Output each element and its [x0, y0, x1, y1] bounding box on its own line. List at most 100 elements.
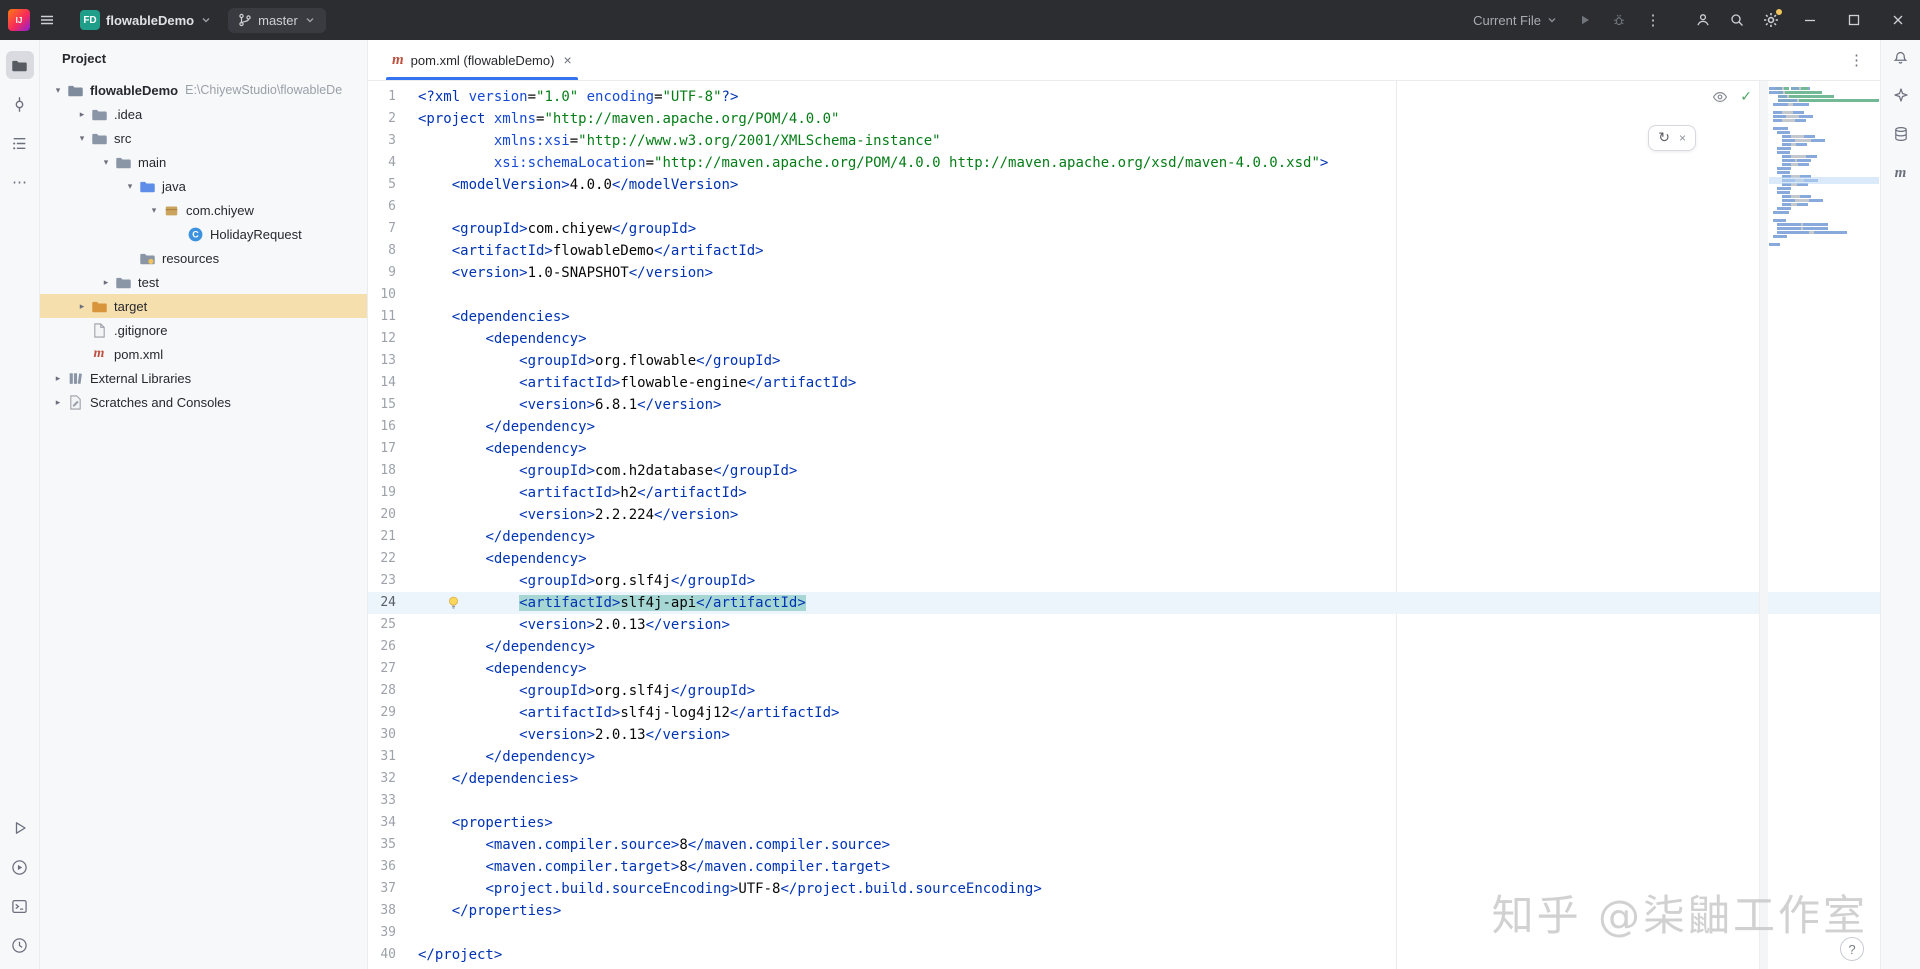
editor-body[interactable]: 1 <?xml version="1.0" encoding="UTF-8"?> 2…: [368, 81, 1880, 969]
line-number[interactable]: 26: [368, 636, 418, 658]
code-line-5[interactable]: 5 <modelVersion>4.0.0</modelVersion>: [368, 174, 1880, 196]
code-line-39[interactable]: 39: [368, 922, 1880, 944]
terminal-tool-button[interactable]: [6, 892, 34, 920]
code-line-9[interactable]: 9 <version>1.0-SNAPSHOT</version>: [368, 262, 1880, 284]
tree-item-scratches-and-consoles[interactable]: ▸ Scratches and Consoles: [40, 390, 367, 414]
tab-options-icon[interactable]: ⋮: [1849, 51, 1864, 69]
maximize-button[interactable]: [1832, 0, 1876, 40]
services-tool-button[interactable]: [6, 853, 34, 881]
database-tool-button[interactable]: [1887, 120, 1915, 148]
line-number[interactable]: 34: [368, 812, 418, 834]
line-number[interactable]: 32: [368, 768, 418, 790]
chevron-down-icon[interactable]: ▾: [146, 205, 162, 216]
branch-widget[interactable]: master: [228, 7, 326, 33]
tree-item-target[interactable]: ▸ target: [40, 294, 367, 318]
code-line-19[interactable]: 19 <artifactId>h2</artifactId>: [368, 482, 1880, 504]
help-button[interactable]: ?: [1840, 937, 1864, 961]
code-line-11[interactable]: 11 <dependencies>: [368, 306, 1880, 328]
line-number[interactable]: 35: [368, 834, 418, 856]
main-menu-button[interactable]: [30, 0, 64, 40]
line-number[interactable]: 23: [368, 570, 418, 592]
inspections-widget[interactable]: ✓: [1712, 89, 1752, 105]
line-number[interactable]: 19: [368, 482, 418, 504]
chevron-down-icon[interactable]: ▾: [74, 133, 90, 144]
code-line-28[interactable]: 28 <groupId>org.slf4j</groupId>: [368, 680, 1880, 702]
code-line-18[interactable]: 18 <groupId>com.h2database</groupId>: [368, 460, 1880, 482]
chevron-down-icon[interactable]: ▾: [122, 181, 138, 192]
chevron-right-icon[interactable]: ▸: [74, 109, 90, 120]
search-everywhere-button[interactable]: [1720, 0, 1754, 40]
line-number[interactable]: 8: [368, 240, 418, 262]
structure-tool-button[interactable]: [6, 129, 34, 157]
close-button[interactable]: [1876, 0, 1920, 40]
tree-item-external-libraries[interactable]: ▸ External Libraries: [40, 366, 367, 390]
code-line-27[interactable]: 27 <dependency>: [368, 658, 1880, 680]
line-number[interactable]: 21: [368, 526, 418, 548]
line-number[interactable]: 25: [368, 614, 418, 636]
commit-tool-button[interactable]: [6, 90, 34, 118]
code-line-21[interactable]: 21 </dependency>: [368, 526, 1880, 548]
code-with-me-button[interactable]: [1686, 0, 1720, 40]
tree-item-java[interactable]: ▾ java: [40, 174, 367, 198]
tree-item-idea[interactable]: ▸ .idea: [40, 102, 367, 126]
minimize-button[interactable]: [1788, 0, 1832, 40]
no-problems-check-icon[interactable]: ✓: [1740, 89, 1752, 105]
code-line-15[interactable]: 15 <version>6.8.1</version>: [368, 394, 1880, 416]
line-number[interactable]: 13: [368, 350, 418, 372]
line-number[interactable]: 20: [368, 504, 418, 526]
line-number[interactable]: 39: [368, 922, 418, 944]
tree-item-test[interactable]: ▸ test: [40, 270, 367, 294]
line-number[interactable]: 9: [368, 262, 418, 284]
maven-reload-popup[interactable]: ↻ ×: [1648, 125, 1696, 151]
code-line-29[interactable]: 29 <artifactId>slf4j-log4j12</artifactId…: [368, 702, 1880, 724]
code-line-40[interactable]: 40 </project>: [368, 944, 1880, 966]
code-line-7[interactable]: 7 <groupId>com.chiyew</groupId>: [368, 218, 1880, 240]
tree-item-holidayrequest[interactable]: C HolidayRequest: [40, 222, 367, 246]
chevron-down-icon[interactable]: ▾: [98, 157, 114, 168]
run-config-selector[interactable]: Current File: [1467, 9, 1564, 32]
line-number[interactable]: 29: [368, 702, 418, 724]
code-line-12[interactable]: 12 <dependency>: [368, 328, 1880, 350]
line-number[interactable]: 15: [368, 394, 418, 416]
tree-item-gitignore[interactable]: .gitignore: [40, 318, 367, 342]
tab-pom-xml[interactable]: m pom.xml (flowableDemo) ×: [382, 40, 582, 80]
tree-item-flowabledemo[interactable]: ▾ flowableDemo E:\ChiyewStudio\flowableDe: [40, 78, 367, 102]
line-number[interactable]: 38: [368, 900, 418, 922]
reader-mode-eye-icon[interactable]: [1712, 89, 1728, 105]
line-number[interactable]: 11: [368, 306, 418, 328]
editor-scrollbar[interactable]: [1759, 81, 1768, 969]
code-line-37[interactable]: 37 <project.build.sourceEncoding>UTF-8</…: [368, 878, 1880, 900]
line-number[interactable]: 28: [368, 680, 418, 702]
line-number[interactable]: 5: [368, 174, 418, 196]
line-number[interactable]: 27: [368, 658, 418, 680]
line-number[interactable]: 36: [368, 856, 418, 878]
line-number[interactable]: 6: [368, 196, 418, 218]
code-line-8[interactable]: 8 <artifactId>flowableDemo</artifactId>: [368, 240, 1880, 262]
project-tool-button[interactable]: [5, 51, 34, 79]
code-line-34[interactable]: 34 <properties>: [368, 812, 1880, 834]
code-line-35[interactable]: 35 <maven.compiler.source>8</maven.compi…: [368, 834, 1880, 856]
line-number[interactable]: 17: [368, 438, 418, 460]
tree-item-main[interactable]: ▾ main: [40, 150, 367, 174]
line-number[interactable]: 1: [368, 86, 418, 108]
history-tool-button[interactable]: [6, 931, 34, 959]
line-number[interactable]: 12: [368, 328, 418, 350]
project-widget[interactable]: FD flowableDemo: [72, 6, 220, 34]
dismiss-icon[interactable]: ×: [1679, 131, 1686, 145]
maven-tool-button[interactable]: m: [1887, 159, 1915, 187]
minimap[interactable]: [1769, 87, 1879, 247]
line-number[interactable]: 30: [368, 724, 418, 746]
code-line-33[interactable]: 33: [368, 790, 1880, 812]
line-number[interactable]: 10: [368, 284, 418, 306]
line-number[interactable]: 24: [368, 592, 418, 614]
code-line-4[interactable]: 4 xsi:schemaLocation="http://maven.apach…: [368, 152, 1880, 174]
line-number[interactable]: 14: [368, 372, 418, 394]
maven-reload-icon[interactable]: ↻: [1658, 130, 1670, 146]
line-number[interactable]: 2: [368, 108, 418, 130]
line-number[interactable]: 40: [368, 944, 418, 966]
line-number[interactable]: 31: [368, 746, 418, 768]
line-number[interactable]: 37: [368, 878, 418, 900]
code-line-10[interactable]: 10: [368, 284, 1880, 306]
tree-item-resources[interactable]: resources: [40, 246, 367, 270]
line-number[interactable]: 33: [368, 790, 418, 812]
